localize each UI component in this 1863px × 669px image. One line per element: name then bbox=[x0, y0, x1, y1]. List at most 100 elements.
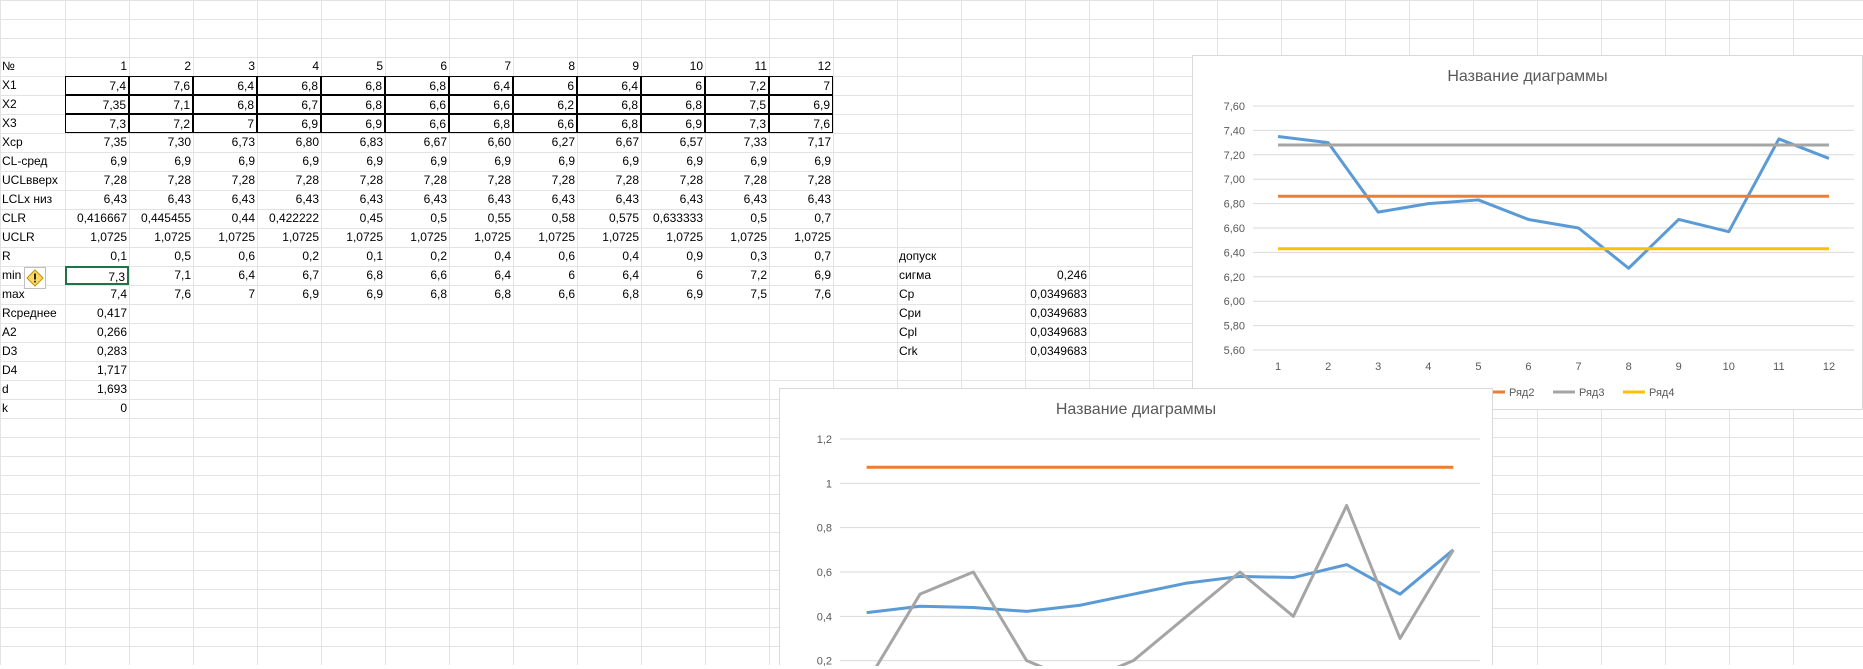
data-cell[interactable]: 6,9 bbox=[769, 95, 833, 114]
data-cell[interactable]: 7 bbox=[193, 114, 257, 133]
data-cell[interactable]: 6,80 bbox=[257, 133, 321, 152]
data-cell[interactable]: 6,43 bbox=[321, 190, 385, 209]
side-label-cell[interactable]: допуск bbox=[897, 247, 992, 266]
data-cell[interactable]: 6,9 bbox=[321, 114, 385, 133]
data-cell[interactable]: 0,44 bbox=[193, 209, 257, 228]
data-cell[interactable]: 7,6 bbox=[769, 114, 833, 133]
data-cell[interactable]: 6,9 bbox=[65, 152, 129, 171]
data-cell[interactable]: 1,0725 bbox=[385, 228, 449, 247]
data-cell[interactable]: 6,8 bbox=[321, 76, 385, 95]
header-cell[interactable]: 8 bbox=[513, 57, 577, 76]
header-cell[interactable]: 6 bbox=[385, 57, 449, 76]
data-cell[interactable]: 0,633333 bbox=[641, 209, 705, 228]
data-cell[interactable]: 6,43 bbox=[577, 190, 641, 209]
param-value-cell[interactable]: 1,693 bbox=[65, 380, 129, 399]
row-label-cell[interactable]: UCLR bbox=[0, 228, 65, 247]
data-cell[interactable]: 7,28 bbox=[577, 171, 641, 190]
data-cell[interactable]: 6,4 bbox=[449, 266, 513, 285]
data-cell[interactable]: 0,4 bbox=[449, 247, 513, 266]
data-cell[interactable]: 0,5 bbox=[385, 209, 449, 228]
param-label-cell[interactable]: k bbox=[0, 399, 65, 418]
data-cell[interactable]: 0,2 bbox=[257, 247, 321, 266]
data-cell[interactable]: 6,8 bbox=[193, 95, 257, 114]
data-cell[interactable]: 7,4 bbox=[65, 285, 129, 304]
data-cell[interactable]: 1,0725 bbox=[321, 228, 385, 247]
data-cell[interactable]: 7,28 bbox=[321, 171, 385, 190]
data-cell[interactable]: 1,0725 bbox=[769, 228, 833, 247]
data-cell[interactable]: 6,6 bbox=[385, 114, 449, 133]
row-label-cell[interactable]: Xср bbox=[0, 133, 65, 152]
param-value-cell[interactable]: 0 bbox=[65, 399, 129, 418]
data-cell[interactable]: 0,58 bbox=[513, 209, 577, 228]
data-cell[interactable]: 6,9 bbox=[705, 152, 769, 171]
side-value-cell[interactable]: 0,246 bbox=[992, 266, 1089, 285]
data-cell[interactable]: 1,0725 bbox=[65, 228, 129, 247]
row-label-cell[interactable]: LCLx низ bbox=[0, 190, 65, 209]
data-cell[interactable]: 0,55 bbox=[449, 209, 513, 228]
data-cell[interactable]: 0,422222 bbox=[257, 209, 321, 228]
header-cell[interactable]: № bbox=[0, 57, 65, 76]
param-label-cell[interactable]: A2 bbox=[0, 323, 65, 342]
side-value-cell[interactable] bbox=[992, 247, 1089, 266]
data-cell[interactable]: 6 bbox=[513, 76, 577, 95]
data-cell[interactable]: 0,5 bbox=[129, 247, 193, 266]
data-cell[interactable]: 6,60 bbox=[449, 133, 513, 152]
param-value-cell[interactable]: 0,283 bbox=[65, 342, 129, 361]
data-cell[interactable]: 7,3 bbox=[65, 114, 129, 133]
data-cell[interactable]: 6,43 bbox=[129, 190, 193, 209]
data-cell[interactable]: 6,7 bbox=[257, 95, 321, 114]
data-cell[interactable]: 0,5 bbox=[705, 209, 769, 228]
data-cell[interactable]: 6,6 bbox=[513, 285, 577, 304]
header-cell[interactable]: 7 bbox=[449, 57, 513, 76]
side-value-cell[interactable]: 0,0349683 bbox=[992, 285, 1089, 304]
data-cell[interactable]: 6,57 bbox=[641, 133, 705, 152]
data-cell[interactable]: 7,28 bbox=[129, 171, 193, 190]
data-cell[interactable]: 6,67 bbox=[385, 133, 449, 152]
warning-icon[interactable] bbox=[24, 267, 46, 289]
data-cell[interactable]: 1,0725 bbox=[257, 228, 321, 247]
param-value-cell[interactable]: 0,266 bbox=[65, 323, 129, 342]
row-label-cell[interactable]: UCLвверх bbox=[0, 171, 65, 190]
data-cell[interactable]: 7,5 bbox=[705, 95, 769, 114]
data-cell[interactable]: 7,30 bbox=[129, 133, 193, 152]
data-cell[interactable]: 6,43 bbox=[385, 190, 449, 209]
data-cell[interactable]: 6,4 bbox=[577, 266, 641, 285]
side-value-cell[interactable]: 0,0349683 bbox=[992, 304, 1089, 323]
data-cell[interactable]: 6,43 bbox=[449, 190, 513, 209]
data-cell[interactable]: 7,28 bbox=[65, 171, 129, 190]
data-cell[interactable]: 7,1 bbox=[129, 266, 193, 285]
side-label-cell[interactable]: Crk bbox=[897, 342, 992, 361]
data-cell[interactable]: 0,575 bbox=[577, 209, 641, 228]
data-cell[interactable]: 6,8 bbox=[385, 285, 449, 304]
side-label-cell[interactable]: сигма bbox=[897, 266, 992, 285]
param-value-cell[interactable]: 0,417 bbox=[65, 304, 129, 323]
data-cell[interactable]: 0,2 bbox=[385, 247, 449, 266]
data-cell[interactable]: 7,28 bbox=[193, 171, 257, 190]
row-label-cell[interactable]: X2 bbox=[0, 95, 65, 114]
param-label-cell[interactable]: Rсреднее bbox=[0, 304, 65, 323]
data-cell[interactable]: 6,8 bbox=[449, 114, 513, 133]
data-cell[interactable]: 6,4 bbox=[577, 76, 641, 95]
data-cell[interactable]: 1,0725 bbox=[577, 228, 641, 247]
data-cell[interactable]: 0,1 bbox=[321, 247, 385, 266]
row-label-cell[interactable]: CL-сред bbox=[0, 152, 65, 171]
data-cell[interactable]: 7,33 bbox=[705, 133, 769, 152]
data-cell[interactable]: 7,2 bbox=[129, 114, 193, 133]
data-cell[interactable]: 6,67 bbox=[577, 133, 641, 152]
data-cell[interactable]: 6,43 bbox=[65, 190, 129, 209]
data-cell[interactable]: 6,73 bbox=[193, 133, 257, 152]
data-cell[interactable]: 6,2 bbox=[513, 95, 577, 114]
data-cell[interactable]: 0,445455 bbox=[129, 209, 193, 228]
data-cell[interactable]: 6,6 bbox=[385, 95, 449, 114]
data-cell[interactable]: 7,17 bbox=[769, 133, 833, 152]
data-cell[interactable]: 6,43 bbox=[641, 190, 705, 209]
data-cell[interactable]: 0,6 bbox=[513, 247, 577, 266]
data-cell[interactable]: 6,43 bbox=[257, 190, 321, 209]
data-cell[interactable]: 6,9 bbox=[641, 152, 705, 171]
data-cell[interactable]: 1,0725 bbox=[129, 228, 193, 247]
data-cell[interactable]: 6,9 bbox=[321, 152, 385, 171]
row-label-cell[interactable]: CLR bbox=[0, 209, 65, 228]
row-label-cell[interactable]: R bbox=[0, 247, 65, 266]
data-cell[interactable]: 6,9 bbox=[257, 152, 321, 171]
data-cell[interactable]: 0,4 bbox=[577, 247, 641, 266]
